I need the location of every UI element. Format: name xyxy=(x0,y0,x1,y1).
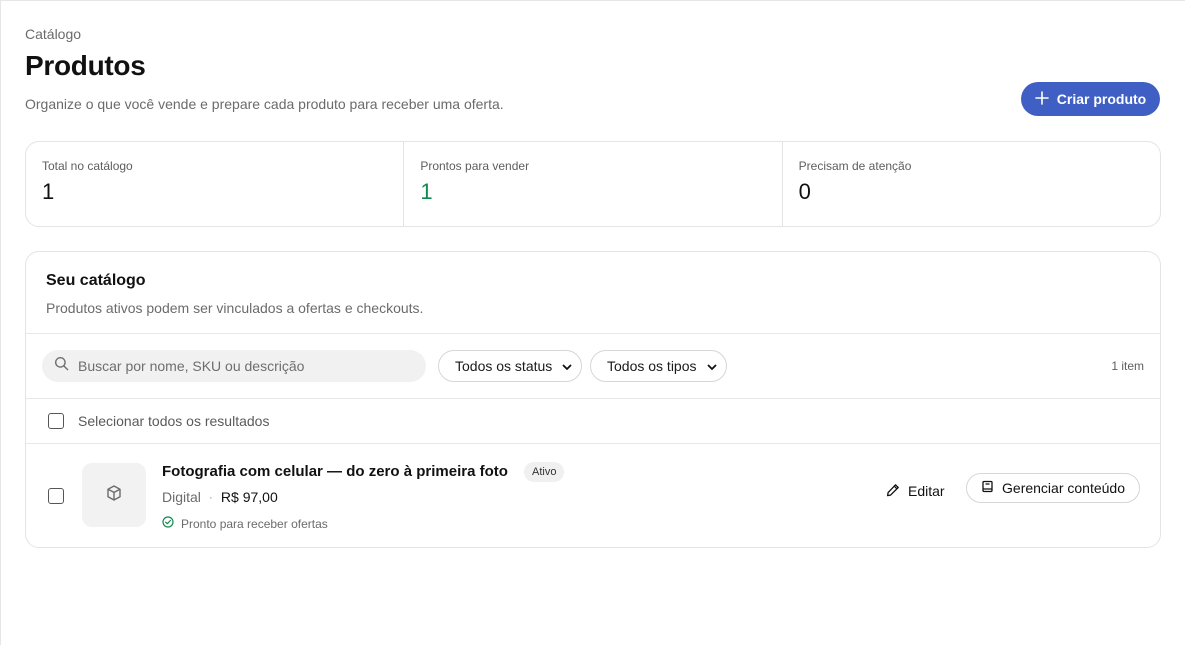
package-icon xyxy=(105,484,123,507)
status-filter-select[interactable]: Todos os status xyxy=(438,350,582,382)
select-all-checkbox[interactable] xyxy=(48,413,64,429)
check-circle-icon xyxy=(162,516,174,531)
breadcrumb[interactable]: Catálogo xyxy=(25,26,81,42)
product-row: Fotografia com celular — do zero à prime… xyxy=(26,444,1160,547)
separator-dot: · xyxy=(208,490,213,504)
stat-ready: Prontos para vender 1 xyxy=(403,142,781,226)
search-box[interactable] xyxy=(42,350,426,382)
result-count: 1 item xyxy=(1111,359,1144,373)
search-icon xyxy=(54,356,69,376)
create-product-label: Criar produto xyxy=(1056,91,1147,107)
pencil-icon xyxy=(886,483,900,500)
stat-label: Precisam de atenção xyxy=(798,159,912,173)
chevron-down-icon xyxy=(561,360,573,376)
page-subtitle: Organize o que você vende e prepare cada… xyxy=(25,96,504,112)
stat-value: 0 xyxy=(798,179,811,204)
select-all-row: Selecionar todos os resultados xyxy=(26,399,1160,444)
catalog-panel: Seu catálogo Produtos ativos podem ser v… xyxy=(25,251,1161,548)
product-price: R$ 97,00 xyxy=(220,489,278,505)
plus-icon xyxy=(1034,90,1049,108)
stats-summary: Total no catálogo 1 Prontos para vender … xyxy=(25,141,1161,227)
catalog-description: Produtos ativos podem ser vinculados a o… xyxy=(46,300,424,316)
product-thumbnail xyxy=(82,463,146,527)
status-badge: Ativo xyxy=(524,462,565,482)
stat-value: 1 xyxy=(42,179,55,204)
stat-label: Total no catálogo xyxy=(42,159,133,173)
stat-attention: Precisam de atenção 0 xyxy=(781,142,1160,226)
edit-button[interactable]: Editar xyxy=(886,476,945,506)
search-input[interactable] xyxy=(78,358,408,374)
edit-label: Editar xyxy=(908,483,945,499)
status-filter-value: Todos os status xyxy=(455,358,553,374)
manage-content-button[interactable]: Gerenciar conteúdo xyxy=(966,473,1140,503)
catalog-header: Seu catálogo Produtos ativos podem ser v… xyxy=(26,252,1160,334)
stat-label: Prontos para vender xyxy=(420,159,530,173)
product-meta: Digital · R$ 97,00 xyxy=(162,489,278,505)
page-title: Produtos xyxy=(25,50,146,81)
product-type: Digital xyxy=(162,489,201,505)
catalog-toolbar: Todos os status Todos os tipos 1 item xyxy=(26,334,1160,399)
type-filter-select[interactable]: Todos os tipos xyxy=(590,350,727,382)
product-name[interactable]: Fotografia com celular — do zero à prime… xyxy=(162,463,508,480)
stat-total: Total no catálogo 1 xyxy=(26,142,403,226)
book-icon xyxy=(981,480,994,496)
create-product-button[interactable]: Criar produto xyxy=(1021,82,1160,116)
manage-content-label: Gerenciar conteúdo xyxy=(1002,480,1125,496)
chevron-down-icon xyxy=(706,360,718,376)
product-ready-status: Pronto para receber ofertas xyxy=(162,516,328,531)
select-all-label[interactable]: Selecionar todos os resultados xyxy=(78,413,269,429)
product-checkbox[interactable] xyxy=(48,488,64,504)
ready-text: Pronto para receber ofertas xyxy=(181,516,328,531)
catalog-title: Seu catálogo xyxy=(46,272,146,289)
stat-value: 1 xyxy=(420,179,433,204)
type-filter-value: Todos os tipos xyxy=(607,358,697,374)
